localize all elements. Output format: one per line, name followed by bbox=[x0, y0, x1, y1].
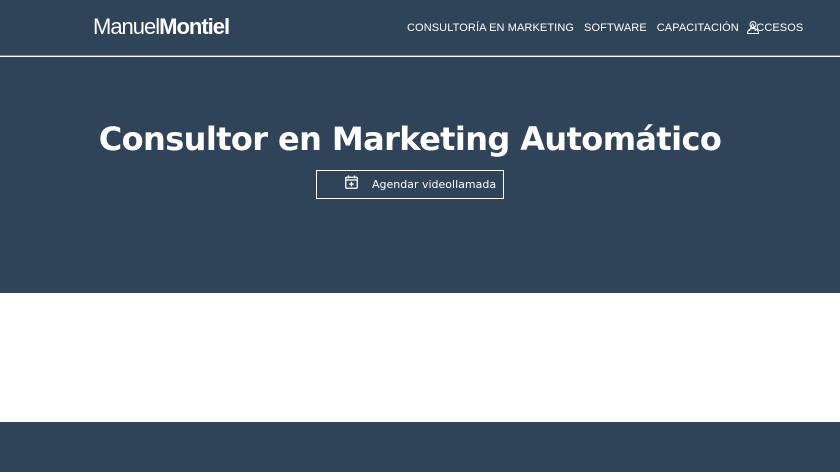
site-logo[interactable]: ManuelMontiel bbox=[93, 14, 230, 40]
logo-first-name: Manuel bbox=[93, 14, 160, 39]
content-section bbox=[0, 293, 840, 422]
nav-item-consultoria[interactable]: CONSULTORÍA EN MARKETING bbox=[407, 22, 574, 34]
hero-section: Consultor en Marketing Automático Agenda… bbox=[0, 57, 840, 293]
user-icon[interactable] bbox=[746, 20, 760, 34]
lower-section bbox=[0, 422, 840, 472]
nav-item-software[interactable]: SOFTWARE bbox=[584, 22, 647, 34]
nav-item-capacitacion[interactable]: CAPACITACIÓN bbox=[657, 22, 739, 34]
calendar-plus-icon bbox=[345, 175, 358, 194]
main-nav: CONSULTORÍA EN MARKETING SOFTWARE CAPACI… bbox=[407, 20, 803, 36]
site-header: ManuelMontiel CONSULTORÍA EN MARKETING S… bbox=[0, 0, 840, 56]
schedule-call-button[interactable]: Agendar videollamada bbox=[316, 170, 504, 199]
logo-last-name: Montiel bbox=[159, 14, 230, 39]
schedule-call-label: Agendar videollamada bbox=[372, 178, 497, 191]
hero-title: Consultor en Marketing Automático bbox=[98, 120, 722, 158]
